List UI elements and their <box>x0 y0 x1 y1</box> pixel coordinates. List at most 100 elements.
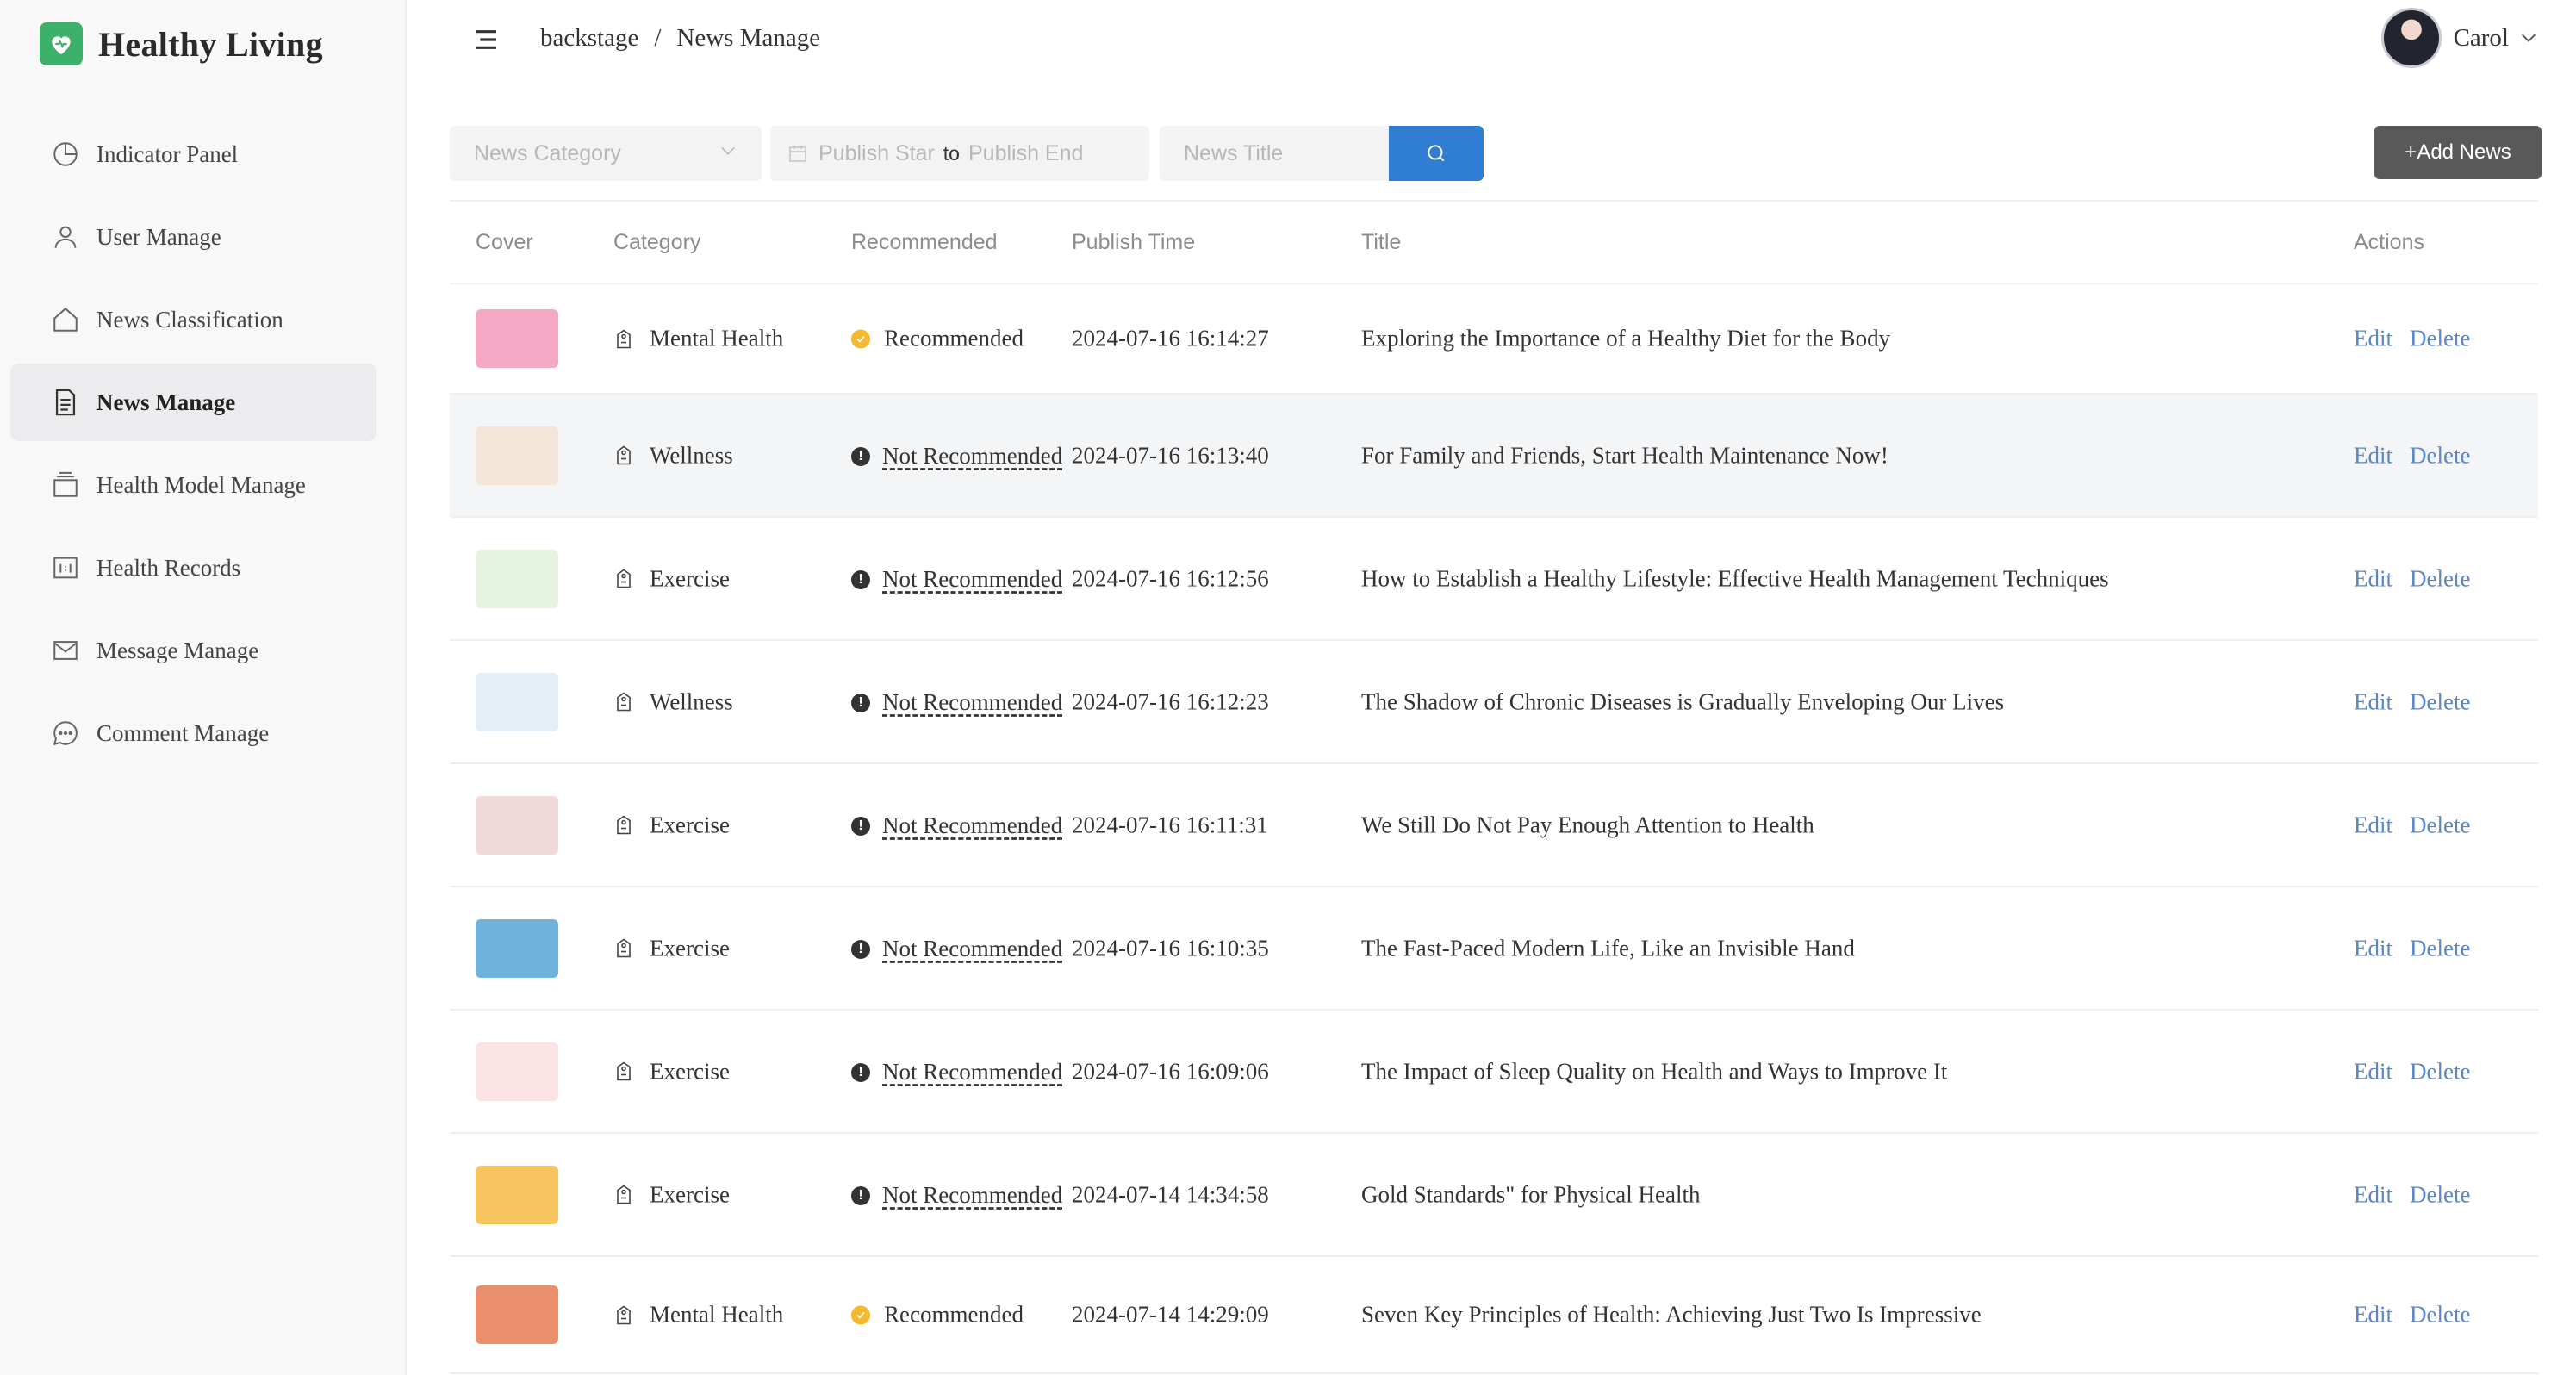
menu-toggle-icon[interactable] <box>472 26 500 53</box>
breadcrumb-current: News Manage <box>676 24 821 52</box>
sidebar-item-label: Indicator Panel <box>96 140 239 167</box>
edit-link[interactable]: Edit <box>2354 1181 2392 1208</box>
recommend-status[interactable]: ! Not Recommended <box>851 1059 1062 1085</box>
category-label: Exercise <box>650 935 730 961</box>
news-title-input[interactable]: News Title <box>1160 126 1389 181</box>
tag-icon <box>613 445 634 467</box>
category-label: Mental Health <box>650 325 784 352</box>
user-menu[interactable]: Carol <box>2380 7 2538 69</box>
search-button[interactable] <box>1389 126 1484 181</box>
recommend-status[interactable]: ! Not Recommended <box>851 812 1062 838</box>
delete-link[interactable]: Delete <box>2410 1302 2470 1328</box>
pie-chart-icon <box>50 139 81 170</box>
edit-link[interactable]: Edit <box>2354 442 2392 469</box>
recommend-status[interactable]: ! Not Recommended <box>851 689 1062 715</box>
table-row: Exercise ! Not Recommended 2024-07-16 16:… <box>450 887 2538 1011</box>
row-actions: Edit Delete <box>2354 565 2470 592</box>
column-header-category: Category <box>613 229 701 254</box>
cover-thumbnail[interactable] <box>476 795 558 855</box>
cover-thumbnail[interactable] <box>476 549 558 608</box>
cover-thumbnail[interactable] <box>476 1165 558 1224</box>
publish-date-range[interactable]: Publish Star to Publish End <box>770 126 1149 181</box>
cover-thumbnail[interactable] <box>476 426 558 485</box>
breadcrumb-root[interactable]: backstage <box>540 24 638 53</box>
recommend-status-label: Not Recommended <box>882 935 1063 961</box>
news-title: For Family and Friends, Start Health Mai… <box>1361 442 1888 468</box>
cover-thumbnail[interactable] <box>476 1285 558 1344</box>
table-row: Exercise ! Not Recommended 2024-07-16 16:… <box>450 518 2538 641</box>
news-title: The Impact of Sleep Quality on Health an… <box>1361 1058 1948 1084</box>
edit-link[interactable]: Edit <box>2354 1302 2392 1328</box>
recommend-status[interactable]: ! Not Recommended <box>851 936 1062 961</box>
sidebar-item-health-model-manage[interactable]: Health Model Manage <box>10 446 376 524</box>
row-actions: Edit Delete <box>2354 1302 2470 1328</box>
category-cell: Exercise <box>613 1058 730 1085</box>
category-label: Wellness <box>650 688 733 714</box>
breadcrumb: backstage / News Manage <box>540 24 820 53</box>
publish-end-input[interactable]: Publish End <box>968 141 1083 166</box>
recommended-cell: ! Not Recommended <box>851 682 1062 722</box>
brand[interactable]: Healthy Living <box>40 21 323 67</box>
cover-thumbnail[interactable] <box>476 672 558 731</box>
recommend-status[interactable]: ! Not Recommended <box>851 443 1062 469</box>
filter-bar: News Category Publish Star to Publish En… <box>450 126 1484 181</box>
row-actions: Edit Delete <box>2354 326 2470 352</box>
delete-link[interactable]: Delete <box>2410 935 2470 961</box>
edit-link[interactable]: Edit <box>2354 812 2392 838</box>
category-cell: Exercise <box>613 1181 730 1208</box>
cover-thumbnail[interactable] <box>476 1042 558 1101</box>
cover-thumbnail[interactable] <box>476 309 558 368</box>
exclamation-circle-icon: ! <box>851 693 870 712</box>
row-actions: Edit Delete <box>2354 935 2470 961</box>
exclamation-circle-icon: ! <box>851 939 870 959</box>
cover-cell <box>476 672 558 731</box>
sidebar-item-news-manage[interactable]: News Manage <box>10 364 376 441</box>
publish-time: 2024-07-16 16:09:06 <box>1072 1058 1269 1084</box>
publish-start-input[interactable]: Publish Star <box>818 141 935 166</box>
delete-link[interactable]: Delete <box>2410 326 2470 352</box>
cover-cell <box>476 549 558 608</box>
user-icon <box>50 221 81 252</box>
row-actions: Edit Delete <box>2354 442 2470 469</box>
publish-time: 2024-07-16 16:12:56 <box>1072 565 1269 591</box>
edit-link[interactable]: Edit <box>2354 1058 2392 1085</box>
sidebar-item-comment-manage[interactable]: Comment Manage <box>10 694 376 772</box>
edit-link[interactable]: Edit <box>2354 935 2392 961</box>
recommend-status[interactable]: ! Not Recommended <box>851 566 1062 592</box>
chevron-down-icon[interactable] <box>2519 28 2538 47</box>
category-label: Exercise <box>650 1058 730 1084</box>
cover-thumbnail[interactable] <box>476 918 558 978</box>
sidebar-item-news-classification[interactable]: News Classification <box>10 281 376 358</box>
edit-link[interactable]: Edit <box>2354 688 2392 715</box>
sidebar-item-label: Health Model Manage <box>96 471 306 498</box>
recommend-status-label: Not Recommended <box>882 565 1063 592</box>
delete-link[interactable]: Delete <box>2410 565 2470 592</box>
delete-link[interactable]: Delete <box>2410 1058 2470 1085</box>
user-name: Carol <box>2453 23 2509 52</box>
tag-icon <box>613 814 634 837</box>
edit-link[interactable]: Edit <box>2354 326 2392 352</box>
sidebar-item-indicator-panel[interactable]: Indicator Panel <box>10 115 376 193</box>
avatar[interactable] <box>2380 8 2442 68</box>
recommend-status-label: Not Recommended <box>882 1058 1063 1085</box>
column-header-actions: Actions <box>2354 229 2424 254</box>
column-header-recommended: Recommended <box>851 229 998 254</box>
sidebar-item-message-manage[interactable]: Message Manage <box>10 612 376 689</box>
add-news-button[interactable]: +Add News <box>2374 126 2542 179</box>
table-header: Cover Category Recommended Publish Time … <box>450 200 2538 284</box>
table-row: Exercise ! Not Recommended 2024-07-16 16:… <box>450 764 2538 887</box>
table-row: Wellness ! Not Recommended 2024-07-16 16:… <box>450 641 2538 764</box>
recommend-status[interactable]: ! Not Recommended <box>851 1182 1062 1208</box>
check-circle-icon <box>851 1305 870 1324</box>
cover-cell <box>476 1042 558 1101</box>
tag-icon <box>613 1303 634 1326</box>
edit-link[interactable]: Edit <box>2354 565 2392 592</box>
delete-link[interactable]: Delete <box>2410 812 2470 838</box>
delete-link[interactable]: Delete <box>2410 442 2470 469</box>
sidebar-item-health-records[interactable]: Health Records <box>10 529 376 607</box>
cover-cell <box>476 426 558 485</box>
delete-link[interactable]: Delete <box>2410 688 2470 715</box>
sidebar-item-user-manage[interactable]: User Manage <box>10 198 376 276</box>
delete-link[interactable]: Delete <box>2410 1181 2470 1208</box>
news-category-select[interactable]: News Category <box>450 126 762 181</box>
